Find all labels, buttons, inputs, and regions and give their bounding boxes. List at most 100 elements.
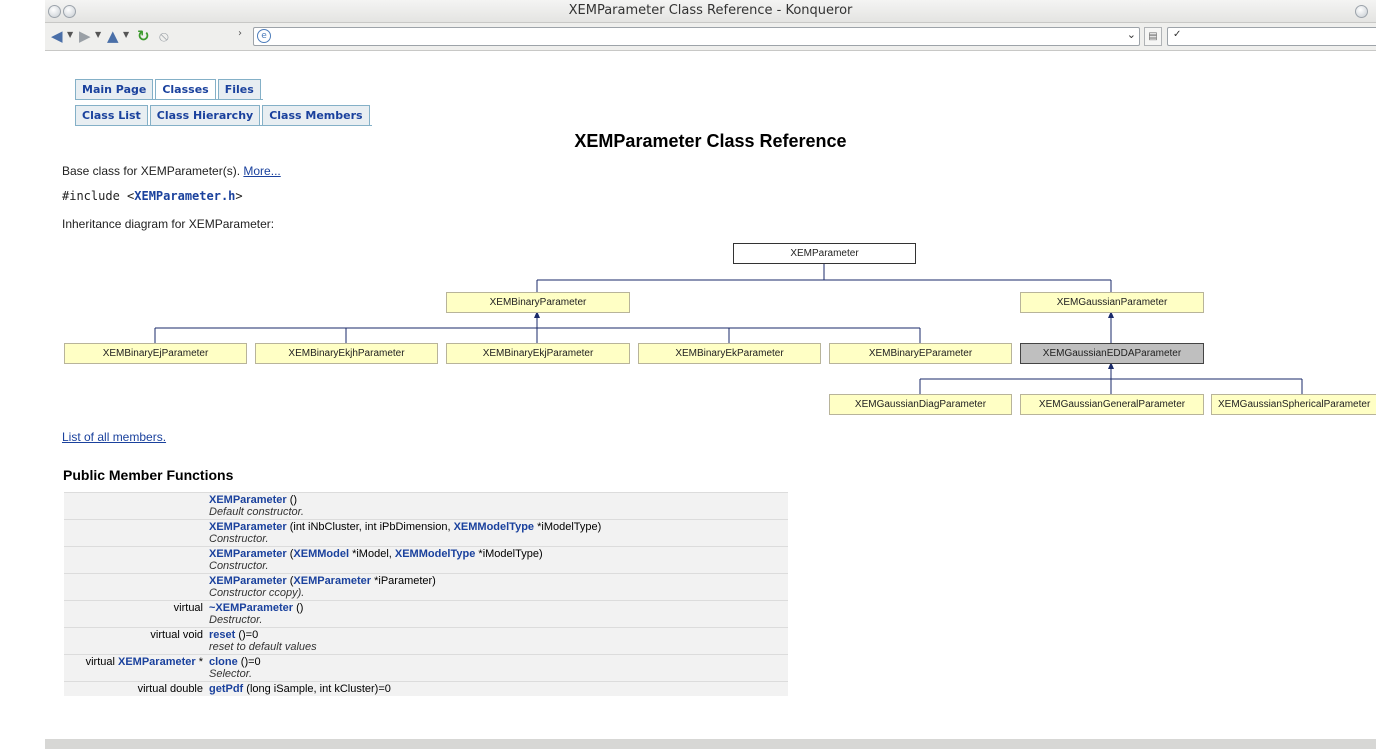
member-return-type: virtual void <box>64 627 206 655</box>
include-file-link[interactable]: XEMParameter.h <box>134 189 235 203</box>
member-row: virtual ~XEMParameter () Destructor. <box>64 600 788 628</box>
member-args: *iModel, <box>349 548 395 560</box>
member-args: ()=0 <box>237 656 261 668</box>
forward-menu-icon[interactable]: ▼ <box>95 30 101 39</box>
reload-icon[interactable]: ↻ <box>137 27 150 45</box>
class-box-binary-ek[interactable]: XEMBinaryEkParameter <box>638 343 821 364</box>
member-description: reset to default values <box>209 641 317 653</box>
back-menu-icon[interactable]: ▼ <box>67 30 73 39</box>
search-input[interactable]: ✓ <box>1167 27 1376 46</box>
member-type-link[interactable]: XEMModel <box>293 548 349 560</box>
bookmark-icon[interactable]: ▤ <box>1144 27 1162 46</box>
member-row: XEMParameter () Default constructor. <box>64 492 788 520</box>
member-row: XEMParameter (XEMParameter *iParameter) … <box>64 573 788 601</box>
member-args: () <box>293 602 304 614</box>
member-return-type <box>64 573 206 601</box>
class-box-binary[interactable]: XEMBinaryParameter <box>446 292 630 313</box>
member-type-link[interactable]: XEMModelType <box>395 548 475 560</box>
member-description: Constructor. <box>209 533 269 545</box>
class-box-gaussian-general[interactable]: XEMGaussianGeneralParameter <box>1020 394 1204 415</box>
member-name-link[interactable]: XEMParameter <box>209 494 287 506</box>
class-box-gaussian-spherical[interactable]: XEMGaussianSphericalParameter <box>1211 394 1376 415</box>
include-line: #include <XEMParameter.h> <box>62 189 243 203</box>
brief-description: Base class for XEMParameter(s). More... <box>62 164 281 178</box>
member-name-link[interactable]: clone <box>209 656 238 668</box>
member-description: Selector. <box>209 668 253 680</box>
member-signature: XEMParameter (XEMParameter *iParameter) … <box>206 573 788 601</box>
more-link[interactable]: More... <box>243 164 280 178</box>
globe-icon: e <box>257 29 271 43</box>
member-name-link[interactable]: reset <box>209 629 235 641</box>
main-tabs: Main Page Classes Files <box>75 79 263 100</box>
member-type-link[interactable]: XEMParameter <box>293 575 371 587</box>
member-return-text: virtual <box>173 602 203 614</box>
tab-files[interactable]: Files <box>217 79 261 99</box>
page-content: Main Page Classes Files Class List Class… <box>45 51 1376 739</box>
minimize-icon[interactable] <box>1355 5 1368 18</box>
member-args: (long iSample, int kCluster)=0 <box>243 683 391 695</box>
brief-text: Base class for XEMParameter(s). <box>62 164 244 178</box>
member-description: Destructor. <box>209 614 263 626</box>
member-signature: XEMParameter (int iNbCluster, int iPbDim… <box>206 519 788 547</box>
member-return-text: virtual double <box>137 683 203 695</box>
back-icon[interactable]: ◀ <box>51 27 63 45</box>
member-description: Constructor. <box>209 560 269 572</box>
member-signature: getPdf (long iSample, int kCluster)=0 <box>206 681 788 696</box>
member-return-type: virtual double <box>64 681 206 696</box>
go-arrow-icon[interactable]: › <box>238 28 242 39</box>
member-type-link[interactable]: XEMModelType <box>454 521 534 533</box>
location-input[interactable]: e ⌄ <box>253 27 1140 46</box>
up-menu-icon[interactable]: ▼ <box>123 30 129 39</box>
class-box-binary-ej[interactable]: XEMBinaryEjParameter <box>64 343 247 364</box>
class-box-binary-ekjh[interactable]: XEMBinaryEkjhParameter <box>255 343 438 364</box>
member-name-link[interactable]: getPdf <box>209 683 243 695</box>
member-row: virtual XEMParameter * clone ()=0 Select… <box>64 654 788 682</box>
tab-class-members[interactable]: Class Members <box>262 105 370 125</box>
member-args: ()=0 <box>235 629 259 641</box>
include-suffix: > <box>235 189 243 203</box>
class-box-gaussian[interactable]: XEMGaussianParameter <box>1020 292 1204 313</box>
class-box-gaussian-diag[interactable]: XEMGaussianDiagParameter <box>829 394 1012 415</box>
class-box-binary-e[interactable]: XEMBinaryEParameter <box>829 343 1012 364</box>
stop-icon[interactable]: ⦸ <box>159 27 169 45</box>
member-row: XEMParameter (XEMModel *iModel, XEMModel… <box>64 546 788 574</box>
tab-main-page[interactable]: Main Page <box>75 79 154 99</box>
member-args: *iParameter) <box>371 575 436 587</box>
member-return-type <box>64 492 206 520</box>
member-name-link[interactable]: ~XEMParameter <box>209 602 293 614</box>
member-functions-table: XEMParameter () Default constructor. XEM… <box>64 492 788 696</box>
member-return-text: * <box>195 656 203 668</box>
member-description: Constructor ccopy). <box>209 587 305 599</box>
list-all-members-link[interactable]: List of all members. <box>62 430 166 444</box>
tab-class-list[interactable]: Class List <box>75 105 148 125</box>
section-heading-public-functions: Public Member Functions <box>63 467 234 483</box>
member-return-type-link[interactable]: XEMParameter <box>118 656 196 668</box>
member-name-link[interactable]: XEMParameter <box>209 548 287 560</box>
member-signature: ~XEMParameter () Destructor. <box>206 600 788 628</box>
class-box-binary-ekj[interactable]: XEMBinaryEkjParameter <box>446 343 630 364</box>
page-title: XEMParameter Class Reference <box>574 131 847 151</box>
title-bar: XEMParameter Class Reference - Konqueror <box>45 0 1376 23</box>
tab-class-hierarchy[interactable]: Class Hierarchy <box>149 105 261 125</box>
member-args: () <box>286 494 298 506</box>
url-dropdown-icon[interactable]: ⌄ <box>1127 28 1136 41</box>
class-box-gaussian-edda: XEMGaussianEDDAParameter <box>1020 343 1204 364</box>
forward-icon[interactable]: ▶ <box>79 27 91 45</box>
desktop-margin <box>0 0 45 749</box>
member-name-link[interactable]: XEMParameter <box>209 575 287 587</box>
include-prefix: #include < <box>62 189 135 203</box>
member-signature: XEMParameter () Default constructor. <box>206 492 788 520</box>
member-args: *iModelType) <box>475 548 543 560</box>
class-box-root[interactable]: XEMParameter <box>733 243 916 264</box>
horizontal-scrollbar[interactable] <box>45 739 1376 749</box>
inheritance-label: Inheritance diagram for XEMParameter: <box>62 217 275 231</box>
member-description: Default constructor. <box>209 506 304 518</box>
member-signature: XEMParameter (XEMModel *iModel, XEMModel… <box>206 546 788 574</box>
sub-tabs: Class List Class Hierarchy Class Members <box>75 105 372 126</box>
tab-classes[interactable]: Classes <box>155 79 216 99</box>
member-signature: clone ()=0 Selector. <box>206 654 788 682</box>
member-return-text: virtual void <box>150 629 203 641</box>
search-engine-icon[interactable]: ✓ <box>1173 29 1181 40</box>
up-icon[interactable]: ▲ <box>107 27 119 45</box>
member-name-link[interactable]: XEMParameter <box>209 521 287 533</box>
